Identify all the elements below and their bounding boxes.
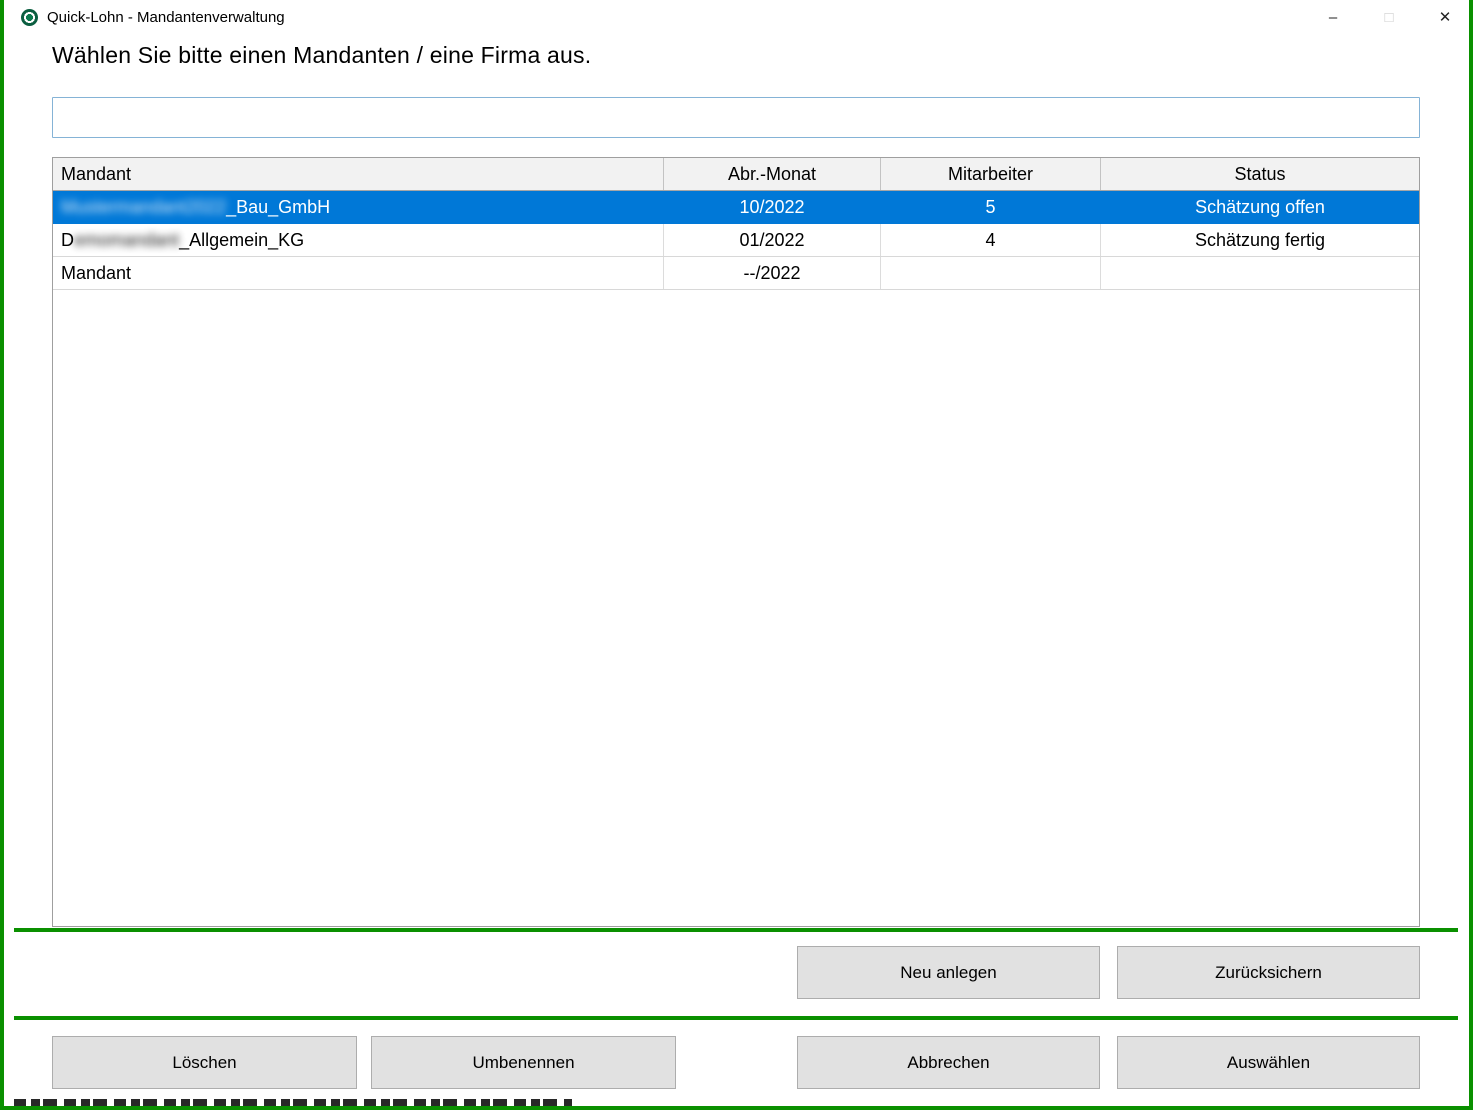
mandant-name-prefix: D	[61, 230, 74, 250]
table-row[interactable]: Mustermandant2022_Bau_GmbH 10/2022 5 Sch…	[53, 191, 1419, 224]
table-row[interactable]: Mandant --/2022	[53, 257, 1419, 290]
mandant-name-suffix: _Allgemein_KG	[179, 230, 305, 250]
abr-monat-cell: 01/2022	[663, 224, 880, 256]
umbenennen-button[interactable]: Umbenennen	[371, 1036, 676, 1089]
loeschen-button[interactable]: Löschen	[52, 1036, 357, 1089]
mandant-name-cell: Mustermandant2022_Bau_GmbH	[53, 191, 663, 223]
close-button[interactable]: ✕	[1417, 0, 1473, 34]
column-header-mitarbeiter[interactable]: Mitarbeiter	[880, 158, 1100, 190]
table-row[interactable]: Demomandant_Allgemein_KG 01/2022 4 Schät…	[53, 224, 1419, 257]
mitarbeiter-cell	[880, 257, 1100, 289]
neu-anlegen-button[interactable]: Neu anlegen	[797, 946, 1100, 999]
title-bar: Quick-Lohn - Mandantenverwaltung – □ ✕	[0, 0, 1473, 34]
window-controls: – □ ✕	[1305, 0, 1473, 34]
table-header-row: Mandant Abr.-Monat Mitarbeiter Status	[53, 158, 1419, 191]
window-title: Quick-Lohn - Mandantenverwaltung	[47, 8, 285, 26]
mitarbeiter-cell: 5	[880, 191, 1100, 223]
abr-monat-cell: --/2022	[663, 257, 880, 289]
clipped-footer-text	[14, 1099, 572, 1106]
auswaehlen-button[interactable]: Auswählen	[1117, 1036, 1420, 1089]
maximize-button: □	[1384, 8, 1394, 26]
mandanten-table: Mandant Abr.-Monat Mitarbeiter Status Mu…	[52, 157, 1420, 927]
column-header-mandant[interactable]: Mandant	[53, 158, 663, 190]
abbrechen-button[interactable]: Abbrechen	[797, 1036, 1100, 1089]
application-window: Quick-Lohn - Mandantenverwaltung – □ ✕ W…	[0, 0, 1473, 1110]
status-cell	[1100, 257, 1419, 289]
mandant-name-cell: Mandant	[61, 263, 132, 283]
status-cell: Schätzung fertig	[1100, 224, 1419, 256]
redacted-text: emomandant	[74, 230, 180, 250]
minimize-button[interactable]: –	[1305, 0, 1361, 34]
divider-line	[14, 1016, 1458, 1020]
app-icon	[21, 8, 38, 26]
mandant-filter-input[interactable]	[52, 97, 1420, 138]
status-cell: Schätzung offen	[1100, 191, 1419, 223]
mandant-name-suffix: _Bau_GmbH	[226, 197, 331, 217]
mitarbeiter-cell: 4	[880, 224, 1100, 256]
zuruecksichern-button[interactable]: Zurücksichern	[1117, 946, 1420, 999]
abr-monat-cell: 10/2022	[663, 191, 880, 223]
divider-line	[14, 928, 1458, 932]
redacted-text: Mustermandant2022	[61, 197, 227, 217]
mandant-name-cell: Demomandant_Allgemein_KG	[53, 224, 663, 256]
column-header-abr-monat[interactable]: Abr.-Monat	[663, 158, 880, 190]
column-header-status[interactable]: Status	[1100, 158, 1419, 190]
page-title: Wählen Sie bitte einen Mandanten / eine …	[52, 42, 592, 68]
